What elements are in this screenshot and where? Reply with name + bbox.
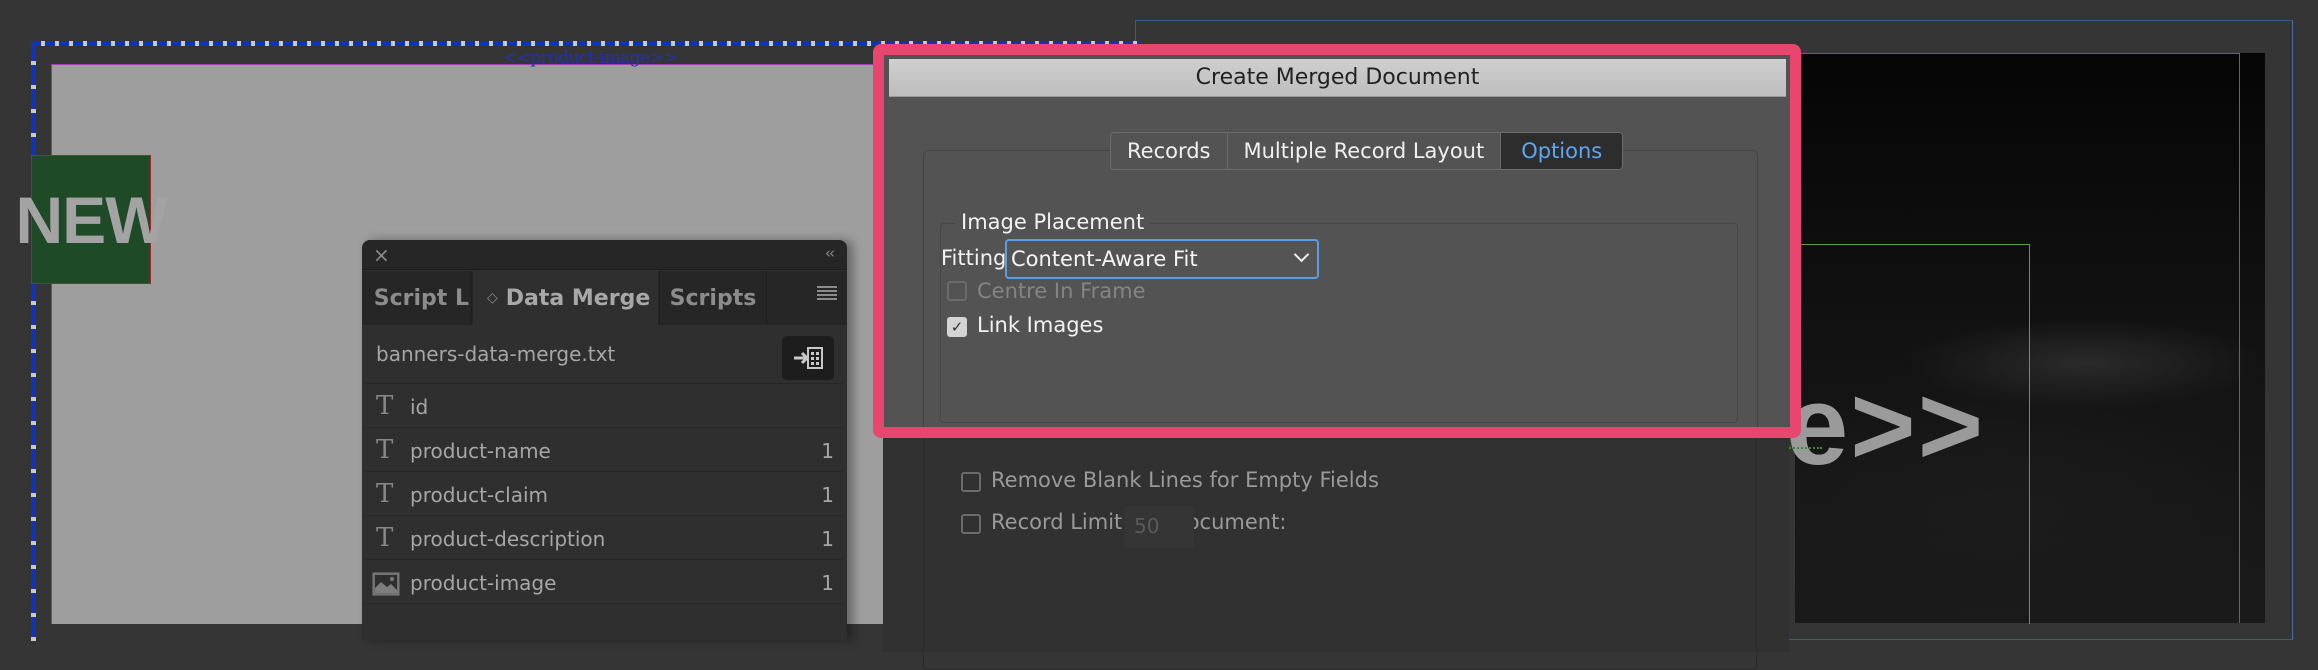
chevron-down-icon	[1293, 246, 1310, 263]
new-badge[interactable]: NEW	[16, 155, 167, 284]
text-field-icon: T	[376, 523, 394, 553]
frame-edge-top	[1795, 53, 2239, 54]
tab-scripts[interactable]: Scripts	[659, 271, 767, 325]
record-limit-checkbox[interactable]	[961, 514, 981, 534]
panel-tabs: Script L ◇ Data Merge Scripts	[362, 271, 847, 325]
field-row[interactable]: T product-description 1	[366, 515, 842, 559]
fitting-select[interactable]: Content-Aware Fit	[1005, 239, 1319, 279]
data-source-row: banners-data-merge.txt	[362, 325, 847, 383]
frame-edge-right	[2239, 53, 2240, 623]
tab-multiple-record-layout[interactable]: Multiple Record Layout	[1228, 133, 1502, 169]
data-source-name: banners-data-merge.txt	[376, 342, 616, 366]
fitting-value: Content-Aware Fit	[1011, 247, 1198, 271]
field-row[interactable]: T id	[366, 383, 842, 427]
create-merged-document-button[interactable]	[782, 336, 834, 380]
image-field-icon	[372, 572, 400, 596]
selection-frame-left	[31, 41, 36, 641]
tab-label: Scripts	[669, 285, 757, 311]
dialog-tabs: Records Multiple Record Layout Options	[1110, 132, 1624, 170]
data-merge-panel: × ‹‹ Script L ◇ Data Merge Scripts banne…	[362, 240, 847, 640]
field-name: product-description	[410, 527, 606, 551]
panel-titlebar[interactable]: × ‹‹	[362, 240, 847, 270]
merge-field-text-overflow[interactable]: e>>	[1786, 370, 1985, 482]
field-count: 1	[821, 527, 834, 551]
field-count: 1	[821, 439, 834, 463]
field-list-empty	[366, 603, 842, 640]
field-row[interactable]: T product-claim 1	[366, 471, 842, 515]
field-row[interactable]: product-image 1	[366, 559, 842, 603]
highlight-annotation: Create Merged Document Records Multiple …	[873, 44, 1801, 438]
field-name: product-name	[410, 439, 551, 463]
close-icon[interactable]: ×	[373, 243, 390, 267]
text-field-icon: T	[376, 479, 394, 509]
field-row[interactable]: T product-name 1	[366, 427, 842, 471]
dialog-titlebar[interactable]: Create Merged Document	[889, 59, 1786, 97]
spell-check-underline	[1786, 447, 1822, 449]
updown-icon: ◇	[487, 290, 498, 306]
text-field-icon: T	[376, 391, 394, 421]
record-limit-input[interactable]: 50	[1124, 506, 1194, 548]
new-badge-text: NEW	[15, 182, 168, 257]
dialog-title: Create Merged Document	[1195, 65, 1480, 90]
checkmark-icon: ✓	[950, 318, 964, 336]
tab-data-merge[interactable]: ◇ Data Merge	[473, 271, 658, 325]
product-image-placeholder[interactable]: <<product-image>>	[480, 48, 700, 68]
fitting-label: Fitting:	[941, 246, 1014, 270]
field-count: 1	[821, 483, 834, 507]
field-name: product-claim	[410, 483, 548, 507]
field-count: 1	[821, 571, 834, 595]
tab-script-label[interactable]: Script L	[362, 271, 472, 325]
tab-label: Script L	[373, 285, 469, 311]
tab-records[interactable]: Records	[1111, 133, 1228, 169]
remove-blank-lines-checkbox[interactable]	[961, 472, 981, 492]
panel-menu-icon[interactable]	[817, 286, 837, 300]
link-images-label[interactable]: Link Images	[977, 313, 1103, 337]
tab-options[interactable]: Options	[1501, 133, 1623, 169]
centre-in-frame-label[interactable]: Centre In Frame	[977, 279, 1146, 303]
image-placement-legend: Image Placement	[955, 210, 1151, 234]
collapse-icon[interactable]: ‹‹	[825, 244, 835, 262]
merge-import-icon	[794, 347, 823, 369]
field-name: product-image	[410, 571, 557, 595]
centre-in-frame-checkbox[interactable]	[947, 281, 967, 301]
text-field-icon: T	[376, 435, 394, 465]
field-name: id	[410, 395, 429, 419]
link-images-checkbox[interactable]: ✓	[947, 317, 967, 337]
tab-label: Data Merge	[505, 285, 651, 311]
remove-blank-lines-label[interactable]: Remove Blank Lines for Empty Fields	[991, 468, 1379, 492]
